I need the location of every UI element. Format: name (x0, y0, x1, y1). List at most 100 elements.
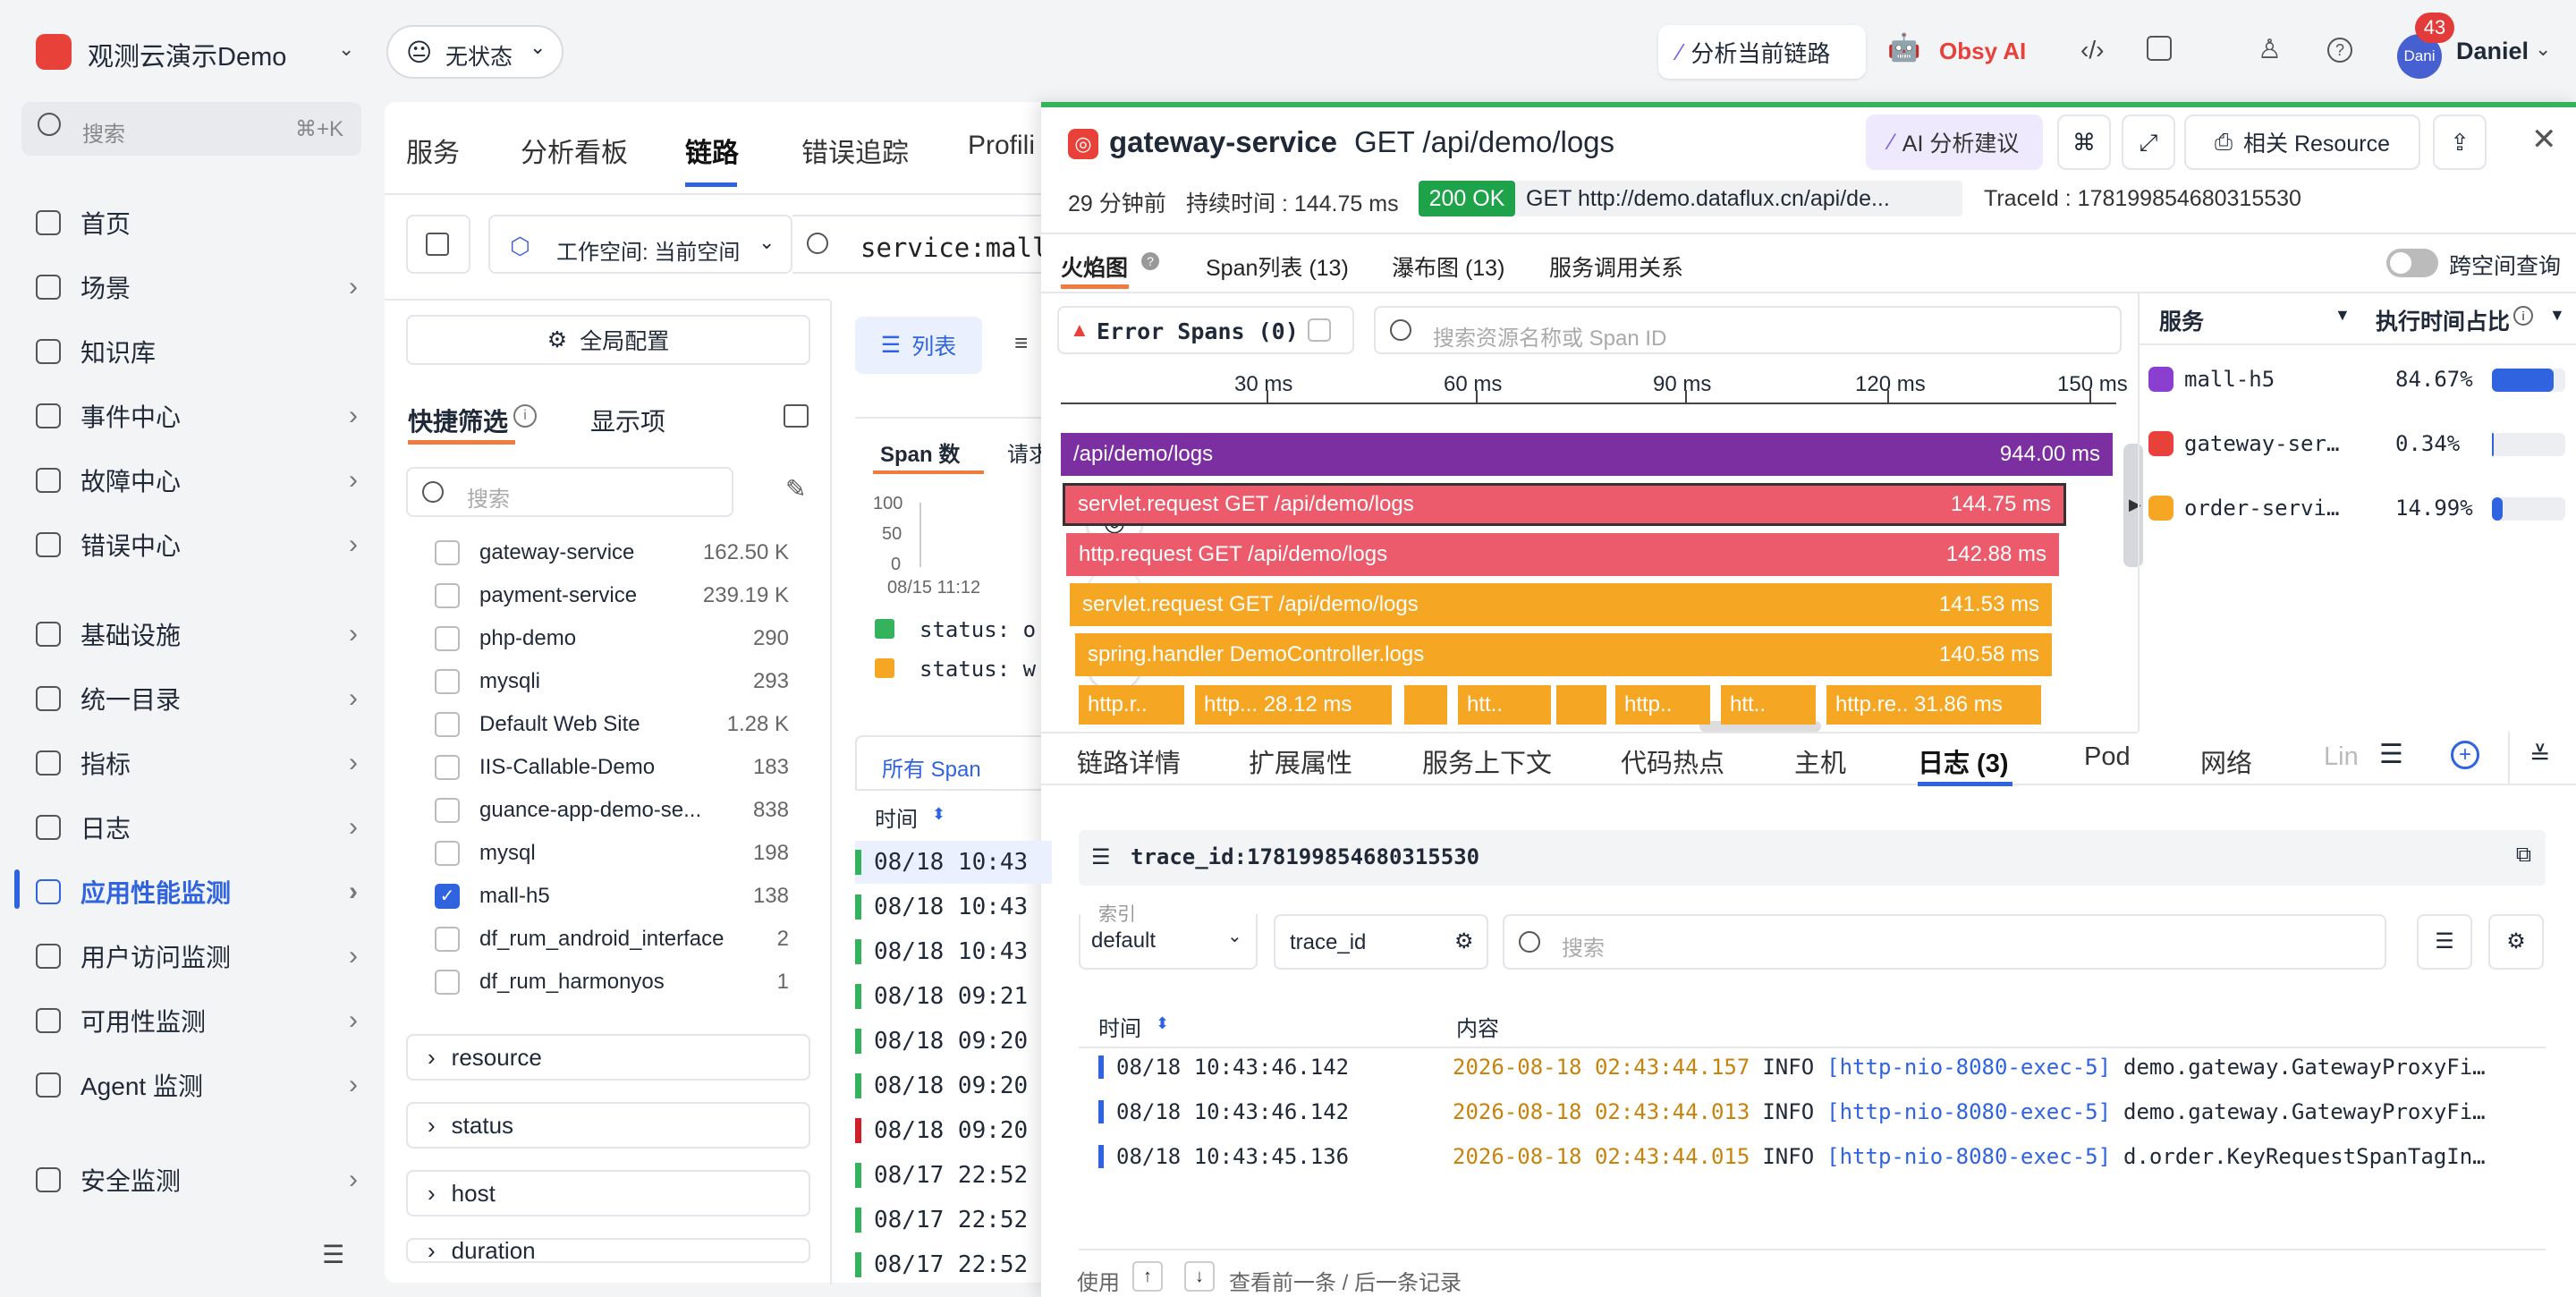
filter-item[interactable]: gateway-service 162.50 K (435, 535, 789, 571)
bottom-tab[interactable]: 扩展属性 (1249, 742, 1352, 780)
flame-span[interactable]: htt.. (1721, 685, 1816, 725)
error-spans-filter[interactable]: ▲ Error Spans (0) (1057, 306, 1354, 354)
bottom-tab[interactable]: 网络 (2200, 742, 2252, 780)
obsy-robot-icon[interactable]: 🤖 (1887, 32, 1920, 64)
table-row[interactable]: 08/18 09:20 (855, 1109, 1052, 1152)
table-row[interactable]: 08/18 09:21 (855, 975, 1052, 1018)
user-name[interactable]: Daniel (2456, 38, 2529, 65)
ai-analyze-button[interactable]: ⁄ AI 分析建议 (1866, 114, 2043, 170)
sidebar-item[interactable]: 基础设施 › (36, 612, 358, 657)
filter-group[interactable]: › duration (406, 1238, 810, 1263)
bottom-tab[interactable]: 代码热点 (1621, 742, 1724, 780)
trace-id[interactable]: TraceId : 178199854680315530 (1984, 186, 2301, 212)
filter-item[interactable]: ✓ mall-h5 138 (435, 878, 789, 914)
table-row[interactable]: 08/18 10:43 (855, 886, 1052, 928)
detail-tab[interactable]: 瀑布图 (13) (1392, 250, 1504, 283)
filter-checkbox[interactable] (435, 970, 460, 995)
filter-checkbox[interactable] (435, 841, 460, 866)
tab-display-items[interactable]: 显示项 (590, 403, 665, 438)
bottom-tab[interactable]: 主机 (1794, 742, 1846, 780)
analyze-trace-button[interactable]: ⁄ 分析当前链路 (1658, 25, 1866, 79)
bottom-tab[interactable]: Lin (2324, 742, 2359, 772)
sidebar-item[interactable]: Agent 监测 › (36, 1063, 358, 1107)
collapse-panel-icon[interactable]: ≚ (2529, 741, 2550, 770)
filter-item[interactable]: IIS-Callable-Demo 183 (435, 750, 789, 785)
workspace-name[interactable]: 观测云演示Demo (88, 36, 286, 73)
filter-item[interactable]: php-demo 290 (435, 621, 789, 657)
sidebar-item[interactable]: 用户访问监测 › (36, 934, 358, 979)
filter-item[interactable]: df_rum_harmonyos 1 (435, 964, 789, 1000)
history-button[interactable] (406, 215, 470, 274)
flame-span[interactable] (1404, 685, 1447, 725)
filter-checkbox[interactable] (435, 712, 460, 737)
filter-search-input[interactable]: 搜索 (406, 467, 733, 517)
service-column-header[interactable]: 服务 (2159, 304, 2204, 336)
sidebar-toggle-icon[interactable] (784, 404, 809, 428)
index-select[interactable]: default ⌄ (1079, 914, 1258, 970)
sidebar-item[interactable]: 知识库 (36, 329, 358, 374)
exec-time-header[interactable]: 执行时间占比 (2376, 304, 2510, 336)
workspace-selector[interactable]: ⬡ 工作空间: 当前空间 ⌄ (488, 215, 792, 274)
sidebar-item[interactable]: 场景 › (36, 265, 358, 309)
related-resource-button[interactable]: ⎙ 相关 Resource (2184, 114, 2420, 170)
menu-icon[interactable]: ☰ (2379, 739, 2403, 770)
filter-checkbox[interactable] (435, 755, 460, 780)
main-tab[interactable]: Profili (968, 131, 1035, 161)
collapse-menu-icon[interactable]: ☰ (322, 1240, 344, 1269)
main-tab[interactable]: 链路 (685, 131, 739, 170)
open-external-icon[interactable]: ⧉ (2516, 843, 2531, 868)
flame-span[interactable]: http.r.. (1079, 685, 1184, 725)
span-search-input[interactable]: 搜索资源名称或 Span ID (1374, 306, 2122, 354)
columns-button[interactable]: ☰ (2417, 914, 2472, 970)
table-row[interactable]: 08/18 10:43 (855, 930, 1052, 973)
sort-icon[interactable]: ⬍ (1156, 1014, 1169, 1033)
log-search-input[interactable]: 搜索 (1503, 914, 2386, 970)
close-icon[interactable]: ✕ (2531, 122, 2557, 157)
filter-checkbox[interactable] (435, 669, 460, 694)
main-tab[interactable]: 错误追踪 (801, 131, 909, 170)
caret-down-icon[interactable]: ▼ (2549, 306, 2565, 325)
flame-span[interactable]: servlet.request GET /api/demo/logs 141.53… (1070, 583, 2052, 626)
fullscreen-button[interactable]: ⤢ (2122, 114, 2175, 170)
query-input[interactable]: service:mall (792, 215, 1048, 274)
filter-group[interactable]: › resource (406, 1034, 810, 1081)
tab-quick-filter[interactable]: 快捷筛选 (408, 403, 508, 438)
share-button[interactable]: ⇪ (2433, 114, 2487, 170)
flame-span[interactable]: spring.handler DemoController.logs 140.58… (1075, 633, 2052, 676)
sidebar-item[interactable]: 统一目录 › (36, 676, 358, 721)
error-spans-checkbox[interactable] (1308, 318, 1331, 342)
status-selector[interactable]: 😐 无状态 ⌄ (386, 25, 564, 79)
settings-button[interactable]: ⚙ (2488, 914, 2544, 970)
sort-icon[interactable]: ≡ (1014, 329, 1028, 357)
table-row[interactable]: 08/18 09:20 (855, 1064, 1052, 1107)
log-row[interactable]: 08/18 10:43:46.142 2026-08-18 02:43:44.15… (1098, 1045, 2547, 1089)
bottom-tab[interactable]: 服务上下文 (1422, 742, 1552, 780)
filter-item[interactable]: Default Web Site 1.28 K (435, 707, 789, 742)
flame-span[interactable] (1556, 685, 1606, 725)
sidebar-item[interactable]: 应用性能监测 › (36, 869, 358, 914)
add-tab-icon[interactable]: + (2451, 741, 2479, 769)
flame-span[interactable]: http... 28.12 ms (1195, 685, 1392, 725)
request-url-box[interactable]: GET http://demo.dataflux.cn/api/de... (1515, 181, 1962, 216)
bottom-tab[interactable]: 链路详情 (1077, 742, 1181, 780)
service-ratio-row[interactable]: mall-h5 84.67% (2148, 361, 2569, 397)
log-row[interactable]: 08/18 10:43:46.142 2026-08-18 02:43:44.01… (1098, 1089, 2547, 1134)
sidebar-item[interactable]: 日志 › (36, 805, 358, 850)
flame-span[interactable]: servlet.request GET /api/demo/logs 144.75… (1063, 483, 2066, 526)
log-time-header[interactable]: 时间 (1098, 1011, 1141, 1042)
table-row[interactable]: 08/17 22:52 (855, 1199, 1052, 1242)
table-row[interactable]: 08/17 22:52 (855, 1154, 1052, 1197)
filter-item[interactable]: guance-app-demo-se... 838 (435, 793, 789, 828)
field-select[interactable]: trace_id ⚙ (1274, 914, 1488, 970)
help-icon[interactable]: ? (2327, 38, 2352, 63)
filter-item[interactable]: payment-service 239.19 K (435, 578, 789, 614)
topology-button[interactable]: ⌘ (2057, 114, 2111, 170)
main-tab[interactable]: 服务 (406, 131, 460, 170)
filter-checkbox[interactable] (435, 583, 460, 608)
sidebar-item[interactable]: 事件中心 › (36, 394, 358, 438)
detail-tab[interactable]: 火焰图 (1061, 250, 1128, 283)
flame-span[interactable]: htt.. (1458, 685, 1551, 725)
table-row[interactable]: 08/18 10:43 (855, 841, 1052, 884)
tab-all-span[interactable]: 所有 Span (855, 735, 1052, 791)
obsy-ai-link[interactable]: Obsy AI (1939, 38, 2026, 65)
